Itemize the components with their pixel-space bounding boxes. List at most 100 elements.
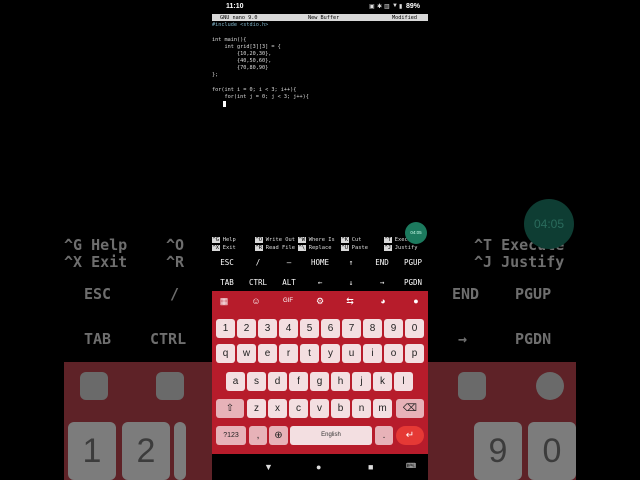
key-period[interactable]: .: [375, 426, 393, 445]
key-dash[interactable]: —: [287, 258, 292, 267]
key-z[interactable]: z: [247, 399, 266, 418]
shortcut-write-out[interactable]: ^O Write Out: [255, 237, 295, 243]
enter-icon[interactable]: ↵: [396, 426, 424, 445]
key-e[interactable]: e: [258, 344, 277, 363]
key-h[interactable]: h: [331, 372, 350, 391]
key-end[interactable]: END: [375, 258, 389, 267]
key-ctrl[interactable]: CTRL: [249, 278, 267, 287]
key-k[interactable]: k: [373, 372, 392, 391]
key-3[interactable]: 3: [258, 319, 277, 338]
key-c[interactable]: c: [289, 399, 308, 418]
key-esc[interactable]: ESC: [220, 258, 234, 267]
code-line: {70,80,90}: [212, 65, 269, 71]
shortcut-help[interactable]: ^G Help: [212, 237, 236, 243]
nano-title-bar: GNU nano 9.0 New Buffer Modified: [212, 14, 428, 21]
key-pgdn[interactable]: PGDN: [404, 278, 422, 287]
key-9[interactable]: 9: [384, 319, 403, 338]
key-up[interactable]: ↑: [349, 258, 354, 267]
key-x[interactable]: x: [268, 399, 287, 418]
gif-button[interactable]: GIF: [280, 295, 296, 307]
shift-icon[interactable]: ⇧: [216, 399, 244, 418]
key-home[interactable]: HOME: [311, 258, 329, 267]
key-s[interactable]: s: [247, 372, 266, 391]
key-g[interactable]: g: [310, 372, 329, 391]
key-4[interactable]: 4: [279, 319, 298, 338]
apps-grid-icon[interactable]: ▦: [218, 295, 230, 307]
backspace-icon[interactable]: ⌫: [396, 399, 424, 418]
battery-icon: ▮: [399, 4, 403, 10]
bg-key-right: →: [458, 330, 468, 348]
key-v[interactable]: v: [310, 399, 329, 418]
shortcut-where-is[interactable]: ^W Where Is: [298, 237, 335, 243]
bg-palette-icon: [458, 372, 486, 400]
key-f[interactable]: f: [289, 372, 308, 391]
symbols-button[interactable]: ?123: [216, 426, 246, 445]
buffer-name: New Buffer: [308, 14, 340, 21]
shortcut-justify[interactable]: ^J Justify: [384, 245, 417, 251]
key-8[interactable]: 8: [363, 319, 382, 338]
key-6[interactable]: 6: [321, 319, 340, 338]
bg-key-esc: ESC: [84, 285, 112, 303]
shortcut-read-file[interactable]: ^R Read File: [255, 245, 295, 251]
key-l[interactable]: l: [394, 372, 413, 391]
shortcut-cut[interactable]: ^K Cut: [341, 237, 362, 243]
recents-icon[interactable]: ■: [368, 462, 373, 472]
code-line: for(int i = 0; i < 3; i++){: [212, 87, 297, 93]
modified-flag: Modified: [392, 14, 417, 21]
key-a[interactable]: a: [226, 372, 245, 391]
space-bar[interactable]: English: [290, 426, 372, 445]
key-2[interactable]: 2: [237, 319, 256, 338]
key-m[interactable]: m: [373, 399, 392, 418]
bg-shortcut-justify: ^J Justify: [474, 253, 565, 271]
key-i[interactable]: i: [363, 344, 382, 363]
code-line: for(int j = 0; j < 3; j++){: [212, 94, 309, 100]
mic-icon[interactable]: ●: [410, 295, 422, 307]
code-line: };: [212, 72, 219, 78]
gear-icon[interactable]: ⚙: [314, 295, 326, 307]
translate-icon[interactable]: ⇆: [344, 295, 356, 307]
key-y[interactable]: y: [321, 344, 340, 363]
key-pgup[interactable]: PGUP: [404, 258, 422, 267]
key-o[interactable]: o: [384, 344, 403, 363]
palette-icon[interactable]: ◕: [377, 295, 389, 307]
key-j[interactable]: j: [352, 372, 371, 391]
key-left[interactable]: ←: [318, 278, 323, 287]
key-right[interactable]: →: [380, 278, 385, 287]
key-down[interactable]: ↓: [349, 278, 354, 287]
keyboard-switch-icon[interactable]: ⌨: [406, 462, 416, 470]
key-q[interactable]: q: [216, 344, 235, 363]
bg-key-end: END: [452, 285, 480, 303]
bg-shortcut-exit: ^X Exit: [64, 253, 128, 271]
key-w[interactable]: w: [237, 344, 256, 363]
key-b[interactable]: b: [331, 399, 350, 418]
key-0[interactable]: 0: [405, 319, 424, 338]
nano-editor[interactable]: GNU nano 9.0 New Buffer Modified #includ…: [212, 14, 428, 100]
key-u[interactable]: u: [342, 344, 361, 363]
key-tab[interactable]: TAB: [220, 278, 234, 287]
phone-screen: 11:10 ▣ ✱ ▥ ▼ ▮ 89% GNU nano 9.0 New Buf…: [212, 0, 428, 480]
battery-level: 89%: [405, 3, 420, 10]
key-7[interactable]: 7: [342, 319, 361, 338]
key-alt[interactable]: ALT: [282, 278, 296, 287]
key-comma[interactable]: ,: [249, 426, 267, 445]
back-icon[interactable]: ▼: [264, 462, 273, 472]
bg-key-1: 1: [68, 422, 116, 480]
key-d[interactable]: d: [268, 372, 287, 391]
key-5[interactable]: 5: [300, 319, 319, 338]
code-line: {10,20,30},: [212, 51, 272, 57]
key-p[interactable]: p: [405, 344, 424, 363]
key-t[interactable]: t: [300, 344, 319, 363]
globe-icon[interactable]: ⊕: [269, 426, 288, 445]
bg-shortcut-write: ^O: [166, 236, 185, 254]
shortcut-paste[interactable]: ^U Paste: [341, 245, 368, 251]
key-slash[interactable]: /: [256, 258, 261, 267]
floating-timer-bubble[interactable]: 04:05: [405, 222, 427, 244]
shortcut-replace[interactable]: ^\ Replace: [298, 245, 331, 251]
key-1[interactable]: 1: [216, 319, 235, 338]
key-n[interactable]: n: [352, 399, 371, 418]
home-icon[interactable]: ●: [316, 462, 321, 472]
shortcut-exit[interactable]: ^X Exit: [212, 245, 236, 251]
bg-sticker-icon: [156, 372, 184, 400]
sticker-icon[interactable]: ☺: [250, 295, 262, 307]
key-r[interactable]: r: [279, 344, 298, 363]
